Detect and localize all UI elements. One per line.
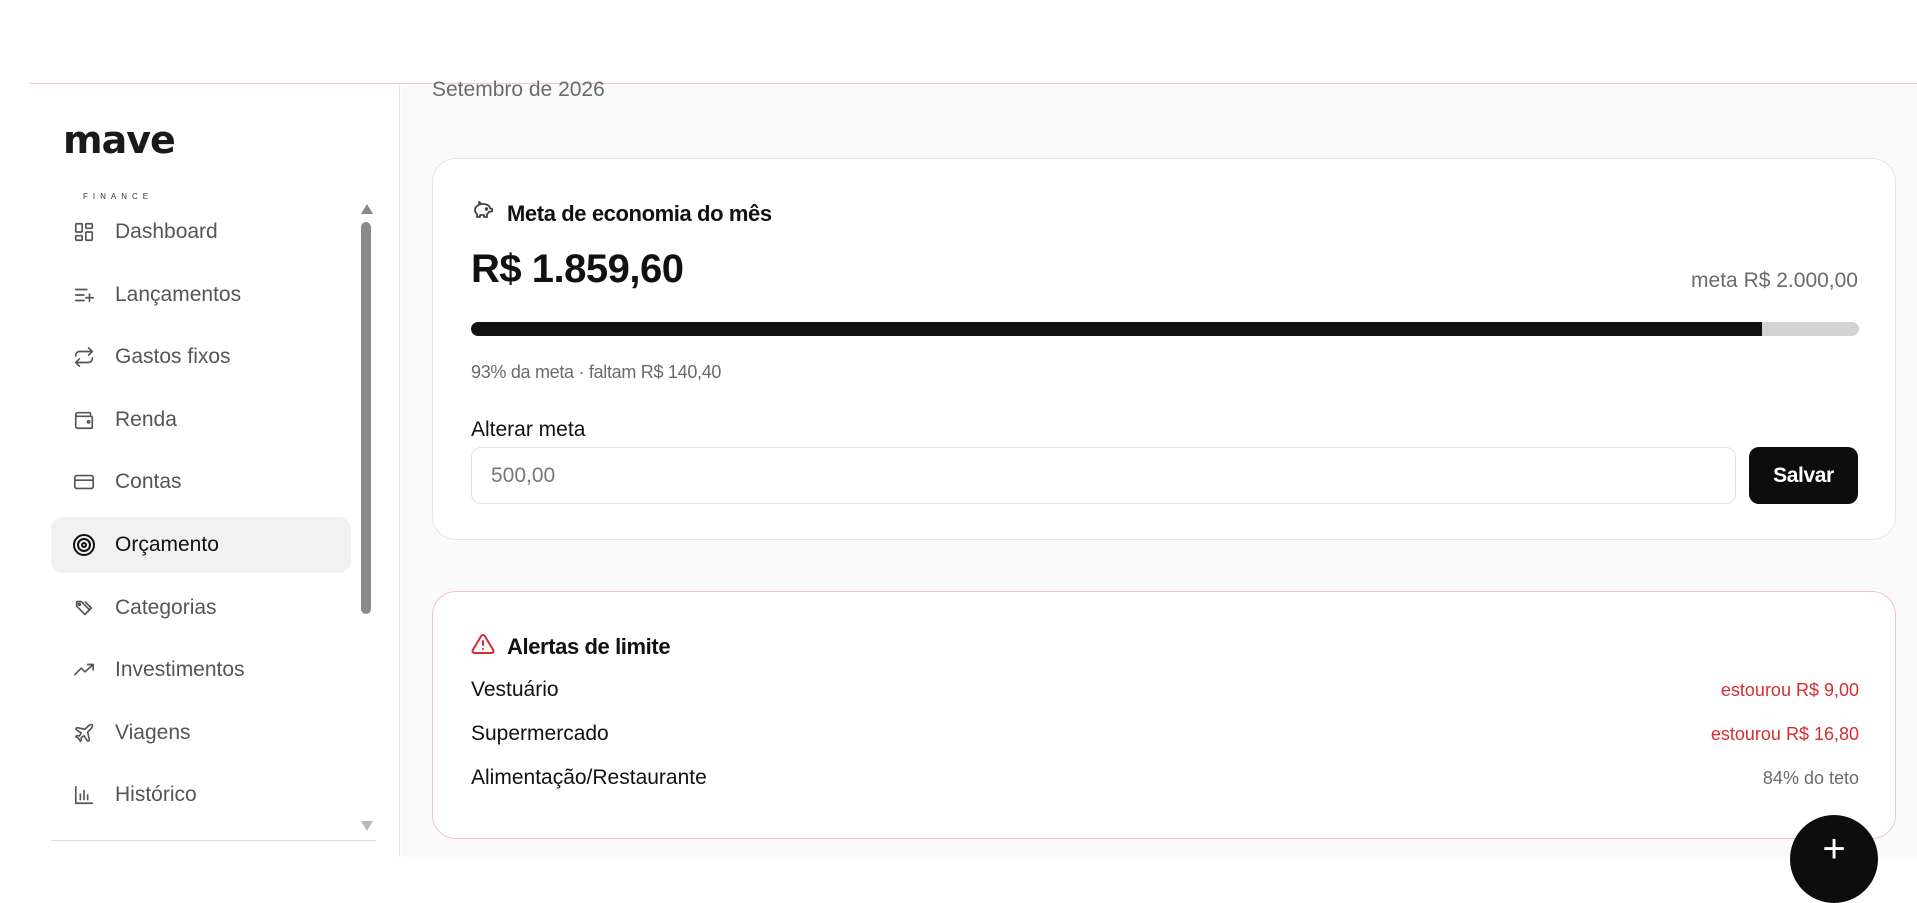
sidebar-item-label: Categorias [115,595,217,619]
sidebar-item-viagens[interactable]: Viagens [51,705,351,761]
sidebar-nav: Dashboard Lançamentos Gastos fixos Renda… [51,204,351,830]
sidebar-item-lancamentos[interactable]: Lançamentos [51,267,351,323]
goal-input[interactable] [471,447,1736,504]
add-fab-button[interactable]: + [1790,815,1878,903]
savings-progress-fill [471,322,1762,336]
alert-status: estourou R$ 16,80 [1710,723,1859,744]
month-label: Setembro de 2026 [432,78,605,101]
target-icon [71,532,97,558]
scroll-down-arrow-icon[interactable] [361,821,373,831]
wallet-icon [71,407,97,433]
sidebar-divider [51,840,376,841]
goal-field-label: Alterar meta [471,418,586,441]
alerts-card-header: Alertas de limite [471,632,671,661]
sidebar: mave FINANCE Dashboard Lançamentos Gasto… [29,84,400,857]
sidebar-item-label: Renda [115,407,177,431]
alert-status: 84% do teto [1762,767,1859,788]
alert-row[interactable]: Alimentação/Restaurante 84% do teto [471,766,1859,790]
alerts-card-title: Alertas de limite [507,633,671,659]
tags-icon [71,595,97,621]
piggy-bank-icon [471,199,495,228]
savings-amount: R$ 1.859,60 [471,247,684,291]
alert-status: estourou R$ 9,00 [1720,679,1859,700]
plane-icon [71,720,97,746]
alert-row[interactable]: Vestuário estourou R$ 9,00 [471,678,1859,702]
bar-chart-icon [71,782,97,808]
sidebar-item-dashboard[interactable]: Dashboard [51,204,351,260]
sidebar-item-categorias[interactable]: Categorias [51,580,351,636]
limit-alerts-card: Alertas de limite Vestuário estourou R$ … [432,591,1896,839]
scroll-thumb[interactable] [361,222,371,614]
savings-card-header: Meta de economia do mês [471,199,772,228]
scroll-up-arrow-icon[interactable] [361,204,373,214]
savings-goal-card: Meta de economia do mês R$ 1.859,60 meta… [432,158,1896,540]
sidebar-item-label: Orçamento [115,532,219,556]
dashboard-icon [71,219,97,245]
credit-card-icon [71,469,97,495]
sidebar-item-label: Gastos fixos [115,345,231,369]
repeat-icon [71,344,97,370]
alert-category: Vestuário [471,678,559,701]
savings-progress-bar [471,322,1859,336]
sidebar-item-label: Dashboard [115,220,218,243]
savings-progress-text: 93% da meta · faltam R$ 140,40 [471,362,722,382]
sidebar-item-orcamento[interactable]: Orçamento [51,516,351,573]
warning-icon [471,632,495,661]
savings-goal-value: meta R$ 2.000,00 [1691,269,1858,292]
logo-subtitle: FINANCE [83,192,154,201]
sidebar-item-investimentos[interactable]: Investimentos [51,642,351,698]
sidebar-item-label: Contas [115,470,182,494]
savings-card-title: Meta de economia do mês [507,200,772,226]
sidebar-item-renda[interactable]: Renda [51,392,351,448]
sidebar-item-gastos-fixos[interactable]: Gastos fixos [51,329,351,385]
alert-row[interactable]: Supermercado estourou R$ 16,80 [471,722,1859,746]
sidebar-item-label: Viagens [115,720,191,744]
top-bar [0,0,1917,83]
trending-up-icon [71,657,97,683]
list-add-icon [71,282,97,308]
alert-category: Supermercado [471,722,609,745]
save-button[interactable]: Salvar [1749,447,1858,504]
main-content: Setembro de 2026 Meta de economia do mês… [401,78,1917,857]
sidebar-item-label: Investimentos [115,658,245,682]
sidebar-item-label: Histórico [115,783,197,807]
alert-category: Alimentação/Restaurante [471,766,707,789]
sidebar-item-historico[interactable]: Histórico [51,767,351,823]
sidebar-scrollbar[interactable] [359,204,373,834]
logo-word: mave [63,118,176,162]
sidebar-item-label: Lançamentos [115,282,242,306]
brand-logo[interactable]: mave FINANCE [63,118,183,201]
sidebar-item-contas[interactable]: Contas [51,454,351,510]
